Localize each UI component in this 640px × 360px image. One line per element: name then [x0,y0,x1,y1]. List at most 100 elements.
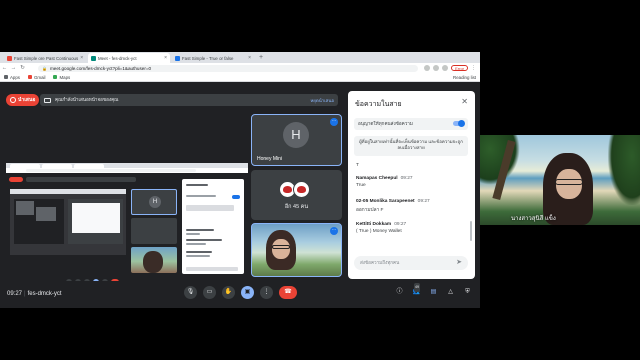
meeting-controls-bar: 09:27 | fes-dmck-yct 🎙 ▭ ✋ ▣ ⋮ ☎ ⓘ 👥 49 ▤ △… [0,281,480,308]
more-options-icon[interactable]: ⋮ [260,286,273,299]
message-header: Namapas Cheepul 09:27 [356,176,464,181]
tab-strip: Fast Simple ore Past Continuous × Meet -… [0,52,480,63]
allow-messages-option: อนุญาตให้ทุกคนส่งข้อความ [354,118,468,130]
meeting-info: 09:27 | fes-dmck-yct [7,291,62,297]
chat-title: ข้อความในสาย [355,101,402,108]
apps-icon [4,75,8,79]
shared-omnibox [26,169,196,172]
toolbar-actions: Error ⋮ [424,65,476,72]
avatar: H [283,122,309,148]
shared-screen-preview: H [6,163,248,290]
chat-message: Namapas Cheepul 09:27 True [356,176,464,188]
sender-name: Namapas Cheepul [356,176,398,181]
close-icon[interactable]: × [162,55,167,61]
palm-tree [608,135,640,205]
participant-tile-self[interactable]: ⋯ [251,223,342,277]
chat-message: Kettitti Dokkam 09:27 ( True ) Money Wall… [356,222,464,234]
participant-tile-others[interactable]: อีก 45 คน [251,170,342,220]
stop-presenting-button[interactable]: หยุดนำเสนอ [310,97,334,104]
shared-inner-screen [10,189,126,255]
camera-indicator-icon[interactable] [424,65,431,71]
reload-icon[interactable]: ↻ [18,65,27,71]
tab-meet[interactable]: Meet - fes-dmck-yct × [88,53,170,63]
meet-icon [91,55,96,61]
mic-icon[interactable]: 🎙 [184,286,197,299]
new-tab-button[interactable]: + [259,53,263,63]
tile-options-icon[interactable]: ⋯ [330,227,338,235]
message-time: 09:27 [417,199,430,204]
participant-name: Honey Mini [257,156,283,162]
webcam-name: นางสาวสุนิสี แข็ง [511,216,556,222]
present-screen-icon[interactable]: ▣ [241,286,254,299]
close-icon[interactable]: × [78,55,83,61]
message-text: True [356,183,366,188]
tile-options-icon[interactable]: ⋯ [330,118,338,126]
bookmark-apps[interactable]: Apps [4,75,20,80]
present-button[interactable]: นำเสนอ [6,94,40,106]
others-count-label: อีก 45 คน [284,204,309,210]
chat-message-text: T [356,163,359,168]
participant-video [266,230,296,270]
host-controls-icon[interactable]: ⛨ [463,288,472,297]
shared-present-button [9,177,23,182]
activities-icon[interactable]: △ [446,288,455,297]
tab-fast-simple-past[interactable]: Fast Simple ore Past Continuous × [4,53,86,63]
shared-meet: H [6,173,248,290]
sender-name: 02-05 Monlika Sarapeenet [356,199,415,204]
chat-notice: ผู้ที่อยู่ในสายเท่านั้นที่จะเห็นข้อความ … [354,136,468,156]
face [272,239,290,259]
present-label: นำเสนอ [18,97,36,103]
shared-chat-line [186,184,208,186]
message-header: Kettitti Dokkam 09:27 [356,222,464,227]
tab-label: Fast Simple ore Past Continuous [14,55,79,61]
shared-tile-more [131,218,177,244]
browser-toolbar: ← → ↻ 🔒 meet.google.com/fes-dmck-yct?pli… [0,63,480,73]
shared-chat-line [186,243,206,245]
close-icon[interactable]: ✕ [461,97,468,106]
people-icon[interactable]: 👥 49 [412,283,421,297]
reading-list[interactable]: Reading list [453,75,476,80]
shared-present-bar [26,177,136,182]
back-icon[interactable]: ← [0,65,9,71]
chat-message: 02-05 Monlika Sarapeenet 09:27 ออกามปลา F [356,199,464,214]
end-call-icon[interactable]: ☎ [279,286,297,299]
shared-chat-line [186,205,234,211]
error-chip[interactable]: Error [451,65,468,71]
participant-tile-honey[interactable]: H Honey Mini ⋯ [251,114,342,166]
tab-fast-simple-true-false[interactable]: Fast Simple - True or false × [172,53,254,63]
chat-input[interactable]: ส่งข้อความถึงทุกคน ➤ [354,256,468,270]
close-icon[interactable]: × [246,55,251,61]
profile-icon[interactable] [442,65,449,71]
forward-icon[interactable]: → [9,65,18,71]
send-icon[interactable]: ➤ [456,258,462,266]
gmail-icon [28,75,33,79]
allow-messages-toggle[interactable] [453,120,465,127]
camera-icon[interactable]: ▭ [203,286,216,299]
info-icon[interactable]: ⓘ [395,288,404,297]
bookmark-label: Apps [10,74,21,80]
shared-chat-line [186,239,222,241]
message-text: ออกามปลา F [356,208,384,213]
url-text: meet.google.com/fes-dmck-yct?pli=1&authu… [49,65,152,71]
docs-icon [175,55,180,61]
bookmark-label: Maps [59,74,71,80]
separator: | [24,291,26,297]
bookmark-maps[interactable]: Maps [53,75,70,80]
webcam-overlay: นางสาวสุนิสี แข็ง [480,135,640,225]
extension-icon[interactable] [433,65,440,71]
bookmark-gmail[interactable]: Gmail [28,75,45,80]
chat-icon[interactable]: ▤ [429,288,438,297]
clock-time: 09:27 [7,291,23,297]
menu-icon[interactable]: ⋮ [471,65,476,71]
shared-chat-line [186,229,214,231]
address-bar[interactable]: 🔒 meet.google.com/fes-dmck-yct?pli=1&aut… [38,64,418,72]
message-header: 02-05 Monlika Sarapeenet 09:27 [356,199,464,204]
present-icon [10,97,16,103]
screen: Fast Simple ore Past Continuous × Meet -… [0,0,640,360]
chat-scrollbar[interactable] [470,221,472,241]
raise-hand-icon[interactable]: ✋ [222,286,235,299]
inner-thumbnail [16,201,34,215]
inner-thumbnail [36,207,56,221]
shared-chat-line [186,255,210,257]
avatar [293,181,310,198]
